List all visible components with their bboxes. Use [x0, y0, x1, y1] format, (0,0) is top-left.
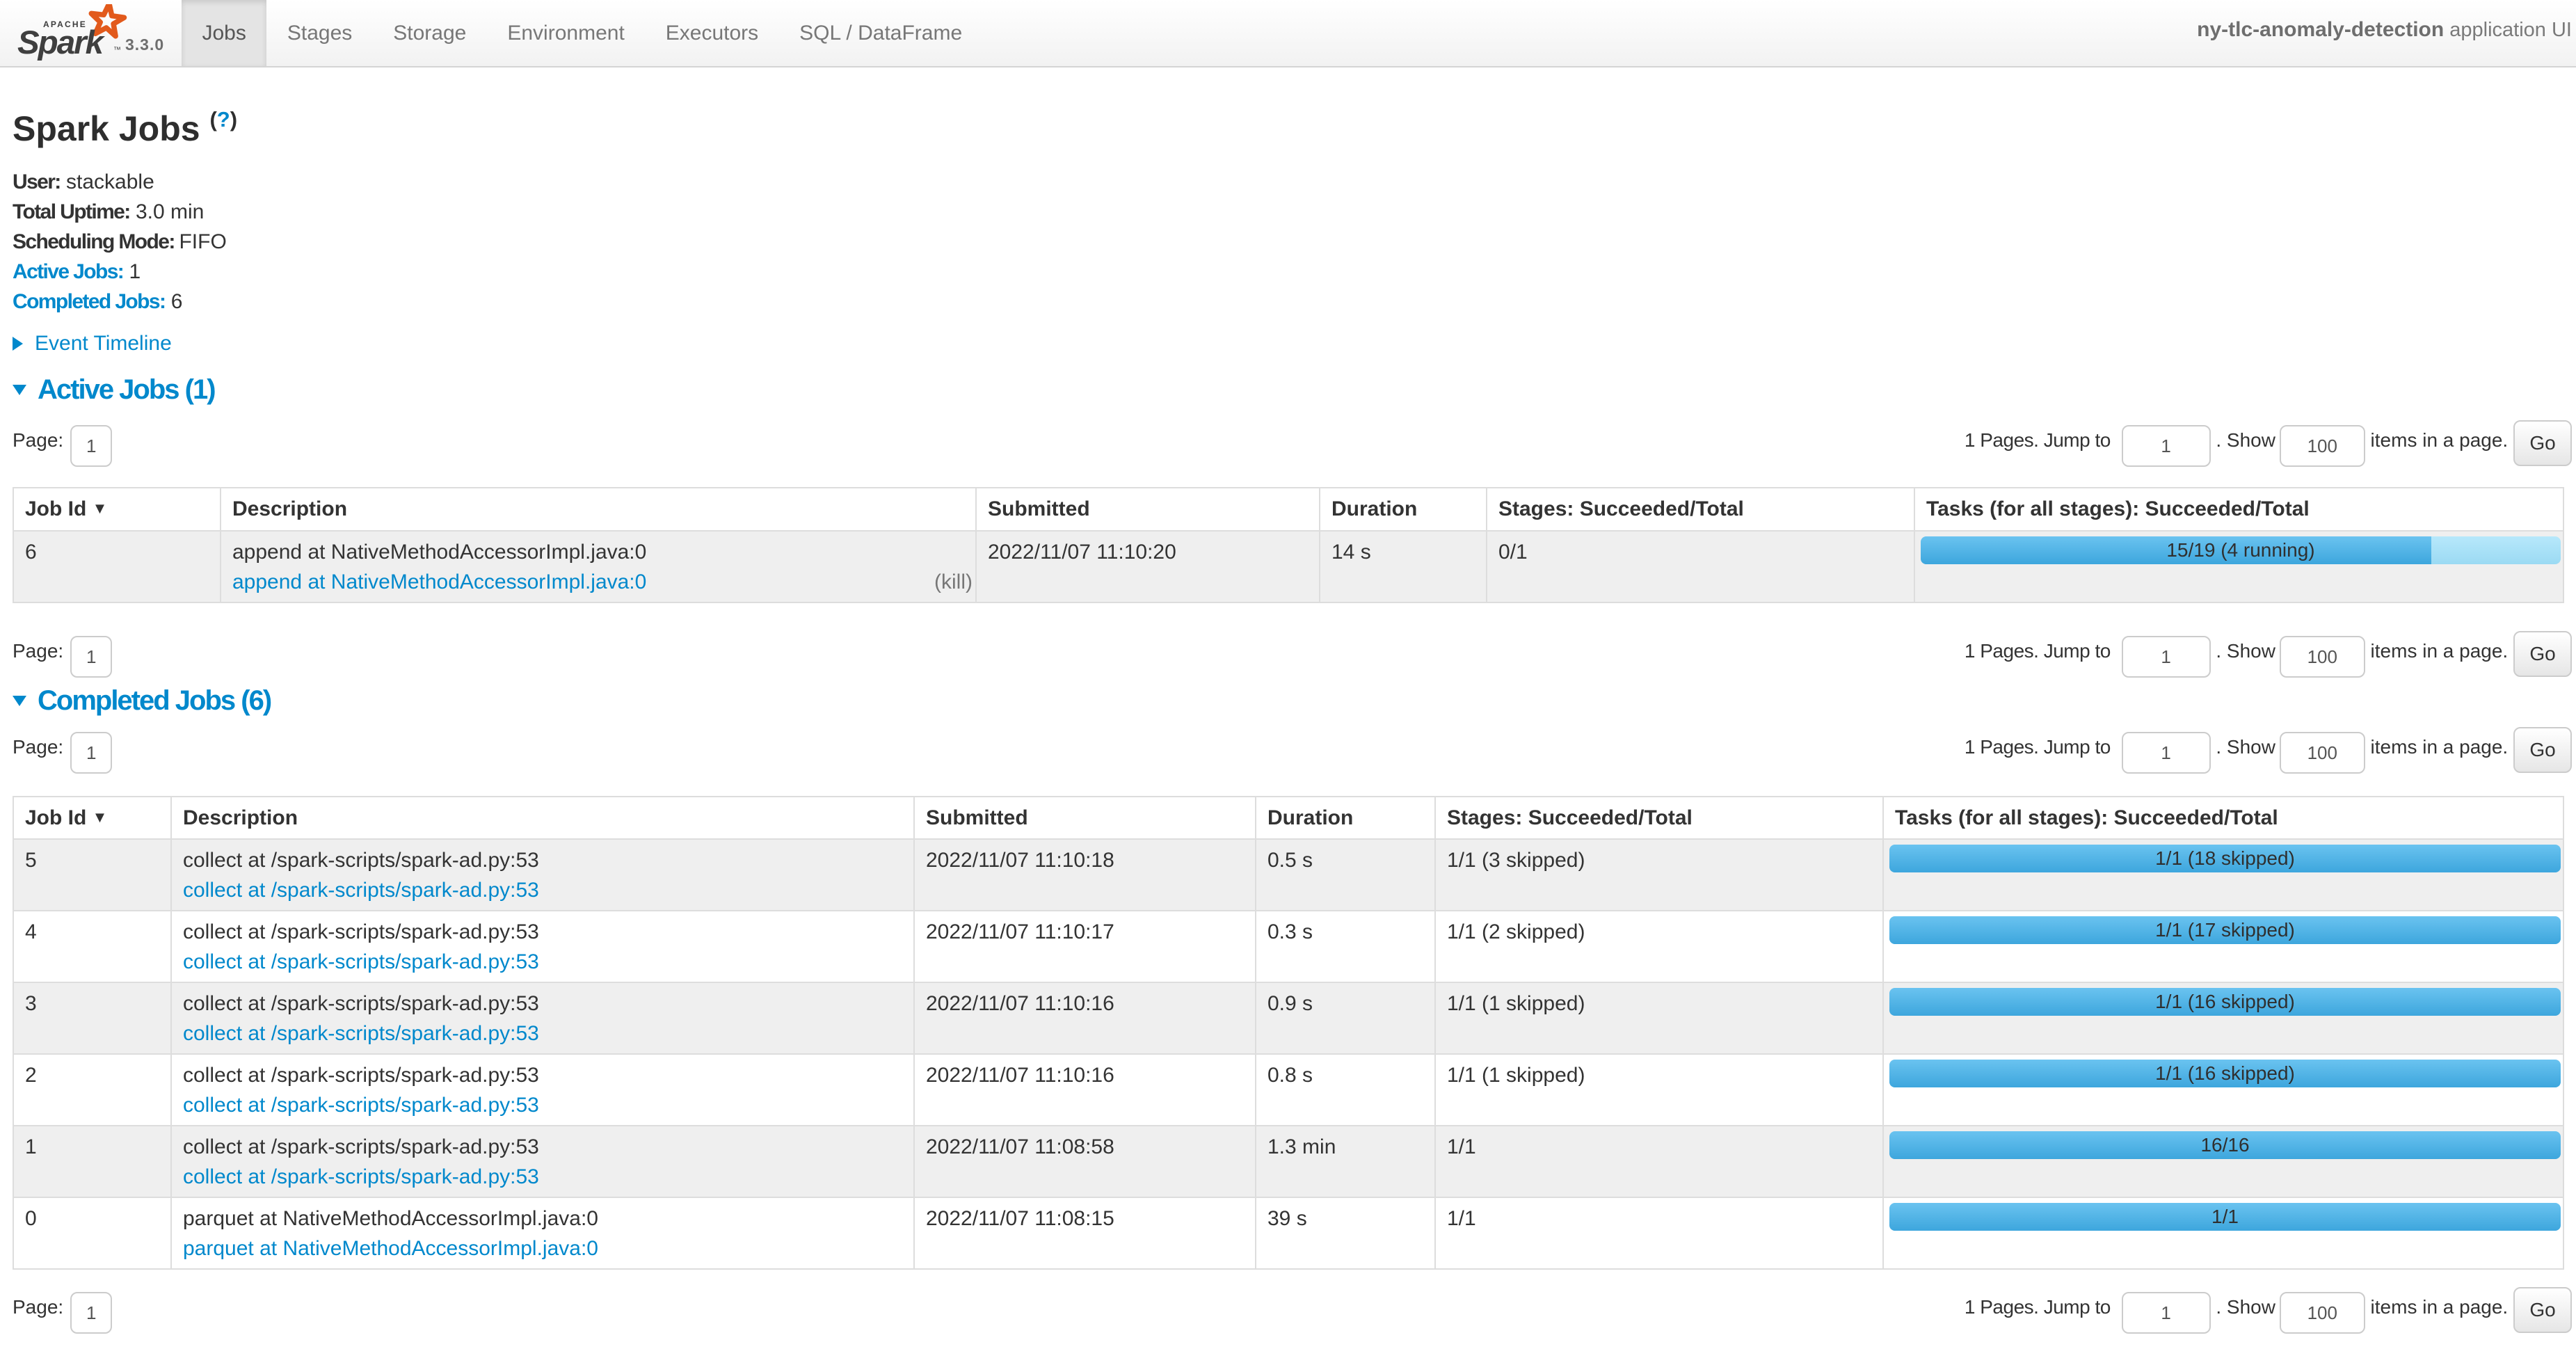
- svg-text:™: ™: [113, 46, 121, 54]
- svg-text:Spark: Spark: [17, 24, 106, 61]
